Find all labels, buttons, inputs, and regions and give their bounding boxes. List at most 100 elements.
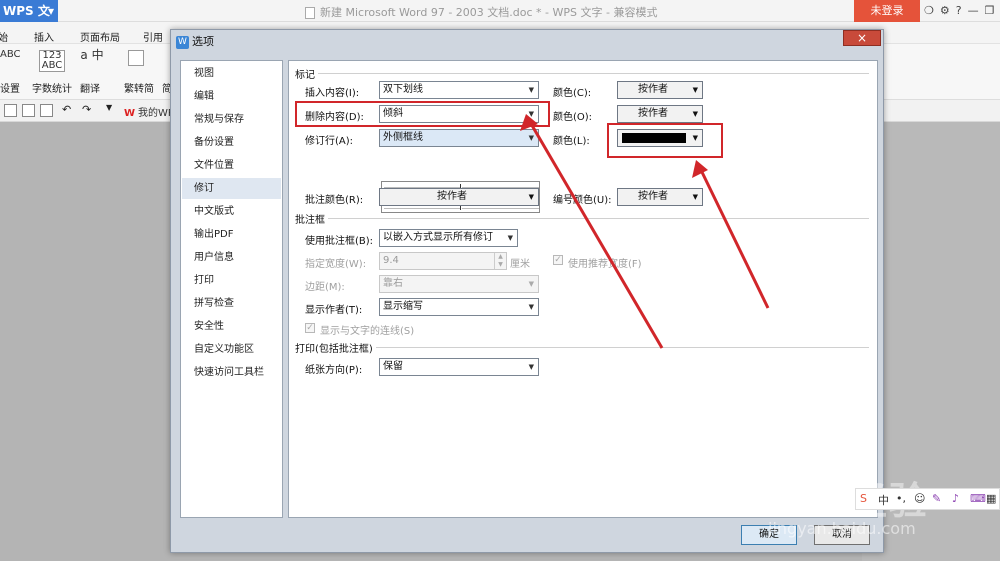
chevron-down-icon: ▼ — [528, 303, 534, 311]
ime-menu-icon[interactable]: ▦ — [986, 492, 996, 505]
use-balloon-dropdown[interactable]: 以嵌入方式显示所有修订 ▼ — [379, 229, 518, 247]
comment-color-button[interactable]: 按作者 ▼ — [379, 188, 539, 206]
nav-item-security[interactable]: 安全性 — [182, 316, 281, 337]
nav-item-view[interactable]: 视图 — [182, 63, 281, 84]
connect-lines-checkbox[interactable]: ✓ — [305, 323, 315, 333]
chevron-down-icon: ▼ — [692, 86, 698, 94]
menu-reference[interactable]: 引用 — [143, 29, 163, 44]
color-o-button[interactable]: 按作者 ▼ — [617, 105, 703, 123]
ime-logo-icon[interactable]: S — [860, 492, 867, 505]
revline-dropdown[interactable]: 外侧框线 ▼ — [379, 129, 539, 147]
wps-logo-icon: W — [176, 35, 189, 49]
nav-item-file-location[interactable]: 文件位置 — [182, 155, 281, 176]
recommended-width-label: 使用推荐宽度(F) — [568, 259, 642, 270]
ime-skin-icon[interactable]: ✎ — [932, 492, 941, 505]
chevron-down-icon[interactable]: ▼ — [106, 103, 112, 112]
file-icon — [305, 7, 315, 19]
ribbon-settings[interactable]: 设置 — [0, 80, 20, 95]
divider — [295, 347, 869, 348]
redo-icon[interactable]: ↷ — [82, 103, 91, 116]
login-button[interactable]: 未登录 — [854, 0, 920, 22]
chevron-down-icon: ▼ — [528, 86, 534, 94]
skin-icon[interactable]: ❍ — [924, 4, 934, 17]
width-label: 指定宽度(W): — [305, 259, 367, 270]
ribbon-trad-to-simp[interactable]: 繁转简 — [124, 80, 154, 95]
nav-item-backup[interactable]: 备份设置 — [182, 132, 281, 153]
width-input[interactable]: 9.4 ▲ ▼ — [379, 252, 507, 270]
show-author-label: 显示作者(T): — [305, 305, 363, 316]
chevron-down-icon: ▼ — [528, 363, 534, 371]
menu-page-layout[interactable]: 页面布局 — [80, 29, 120, 44]
trad-to-simp-icon[interactable] — [128, 50, 144, 66]
minimize-icon[interactable]: — — [968, 4, 979, 17]
revision-settings-panel: 标记 插入内容(I): 双下划线 ▼ 颜色(C): 按作者 ▼ 删除内容(D): 倾… — [288, 60, 878, 518]
numbering-color-label: 编号颜色(U): — [553, 195, 612, 206]
nav-item-general-save[interactable]: 常规与保存 — [182, 109, 281, 130]
help-icon[interactable]: ? — [956, 4, 962, 17]
document-title-text: 新建 Microsoft Word 97 - 2003 文档.doc * - W… — [320, 6, 658, 19]
highlight-box-delete — [295, 101, 550, 127]
translate-icon[interactable]: a 中 — [80, 49, 104, 61]
window-controls: ❍ ⚙ ? — ❐ — [924, 4, 994, 17]
nav-item-export-pdf[interactable]: 输出PDF — [182, 224, 281, 245]
color-c-label: 颜色(C): — [553, 88, 592, 99]
margin-value: 靠右 — [383, 278, 403, 289]
close-button[interactable]: × — [843, 30, 881, 46]
width-unit[interactable]: 厘米 — [510, 255, 530, 270]
use-balloon-label: 使用批注框(B): — [305, 236, 374, 247]
color-l-label: 颜色(L): — [553, 136, 590, 147]
menu-item-edge[interactable]: 始 — [0, 29, 8, 44]
print-preview-icon[interactable] — [40, 104, 53, 117]
options-nav: 视图 编辑 常规与保存 备份设置 文件位置 修订 中文版式 输出PDF 用户信息… — [180, 60, 283, 518]
dialog-title: W 选项 — [176, 35, 214, 49]
save-icon[interactable] — [4, 104, 17, 117]
nav-item-print[interactable]: 打印 — [182, 270, 281, 291]
nav-item-chinese-layout[interactable]: 中文版式 — [182, 201, 281, 222]
chevron-down-icon: ▾ — [48, 4, 55, 18]
document-title: 新建 Microsoft Word 97 - 2003 文档.doc * - W… — [305, 4, 657, 20]
wps-logo-icon: W — [124, 108, 136, 119]
word-count-icon[interactable]: 123 ABC — [39, 50, 65, 72]
undo-icon[interactable]: ↶ — [62, 103, 71, 116]
print-icon[interactable] — [22, 104, 35, 117]
nav-item-quick-access[interactable]: 快速访问工具栏 — [182, 362, 281, 383]
spinner-icon[interactable]: ▲ ▼ — [494, 253, 506, 269]
ime-chinese-icon[interactable]: 中 — [878, 492, 889, 508]
recommended-width-checkbox[interactable]: ✓ — [553, 255, 563, 265]
color-c-button[interactable]: 按作者 ▼ — [617, 81, 703, 99]
nav-item-revision[interactable]: 修订 — [182, 178, 281, 199]
ribbon-translate[interactable]: 翻译 — [80, 80, 100, 95]
divider — [295, 73, 869, 74]
settings-icon[interactable]: ⚙ — [940, 4, 950, 17]
chevron-down-icon: ▼ — [692, 193, 698, 201]
menu-insert[interactable]: 插入 — [34, 29, 54, 44]
section-balloon: 批注框 — [295, 211, 328, 226]
color-o-value: 按作者 — [638, 108, 668, 119]
insert-value: 双下划线 — [383, 84, 423, 95]
watermark-url: jingyan.baidu.com — [768, 519, 916, 538]
insert-dropdown[interactable]: 双下划线 ▼ — [379, 81, 539, 99]
microphone-icon[interactable]: ♪ — [952, 492, 959, 505]
margin-dropdown[interactable]: 靠右 ▼ — [379, 275, 539, 293]
use-balloon-value: 以嵌入方式显示所有修订 — [383, 232, 493, 243]
nav-item-user-info[interactable]: 用户信息 — [182, 247, 281, 268]
ime-punct-icon[interactable]: •, — [896, 492, 906, 505]
nav-item-edit[interactable]: 编辑 — [182, 86, 281, 107]
nav-item-custom-ribbon[interactable]: 自定义功能区 — [182, 339, 281, 360]
spellcheck-icon[interactable]: ABC — [0, 50, 21, 60]
nav-item-spellcheck[interactable]: 拼写检查 — [182, 293, 281, 314]
ribbon-word-count[interactable]: 字数统计 — [32, 80, 72, 95]
orientation-dropdown[interactable]: 保留 ▼ — [379, 358, 539, 376]
connect-lines-label: 显示与文字的连线(S) — [320, 326, 415, 337]
margin-label: 边距(M): — [305, 282, 345, 293]
app-menu-button[interactable]: WPS 文字▾ — [0, 0, 58, 40]
ime-emoji-icon[interactable]: ☺ — [914, 492, 925, 505]
chevron-down-icon: ▼ — [528, 134, 534, 142]
show-author-dropdown[interactable]: 显示缩写 ▼ — [379, 298, 539, 316]
color-c-value: 按作者 — [638, 84, 668, 95]
restore-icon[interactable]: ❐ — [985, 4, 995, 17]
highlight-box-color — [607, 123, 723, 158]
numbering-color-button[interactable]: 按作者 ▼ — [617, 188, 703, 206]
dialog-title-text: 选项 — [192, 35, 214, 48]
keyboard-icon[interactable]: ⌨ — [970, 492, 986, 505]
